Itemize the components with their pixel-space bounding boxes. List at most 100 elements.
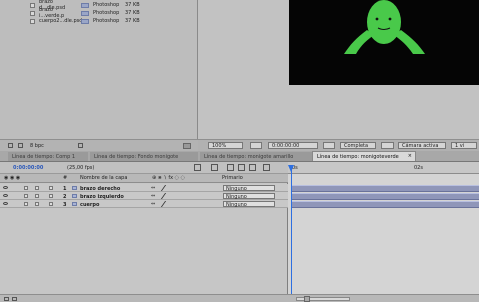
graph-editor-icon[interactable]	[263, 164, 270, 171]
toggle-switches-icon[interactable]	[4, 297, 9, 301]
solo-checkbox[interactable]	[24, 186, 28, 190]
lock-checkbox[interactable]	[35, 186, 39, 190]
scroll-right-icon[interactable]	[183, 143, 191, 149]
trash-icon[interactable]	[78, 143, 83, 148]
layer-row[interactable]: 2 brazo izquierdo ⇔ Ninguno	[0, 192, 288, 200]
file-name: cuerpo2...dle.psd	[39, 18, 83, 24]
composition-canvas[interactable]	[289, 0, 479, 85]
label-checkbox[interactable]	[49, 202, 53, 206]
tab-label: Línea de tiempo: monigote amarillo	[204, 154, 294, 160]
frame-blending-icon[interactable]	[238, 164, 245, 171]
close-icon[interactable]: ×	[408, 154, 412, 159]
switch-icon[interactable]: ⇔	[151, 202, 155, 207]
current-time[interactable]: 0:00:00:00	[268, 142, 318, 149]
switches-header-icon: ⊕ ⋇ ∖ fx ◌ ◌	[152, 175, 185, 181]
parent-value: Ninguno	[226, 202, 247, 208]
pen-icon[interactable]	[160, 201, 172, 207]
layer-row[interactable]: 3 cuerpo ⇔ Ninguno	[0, 200, 288, 208]
tab-fondo-monigote[interactable]: Línea de tiempo: Fondo monigote	[90, 152, 198, 161]
label-checkbox[interactable]	[49, 186, 53, 190]
photoshop-layer-icon	[72, 186, 77, 190]
eye-icon[interactable]	[3, 194, 8, 197]
folder-icon[interactable]	[8, 143, 13, 148]
layer-name-header: Nombre de la capa	[80, 175, 128, 181]
project-footer: 8 bpc	[0, 139, 198, 151]
tab-monigoteverde[interactable]: Línea de tiempo: monigoteverde ×	[312, 151, 416, 161]
views-dropdown[interactable]: 1 vi	[451, 142, 477, 149]
fps-label: (25,00 fps)	[67, 165, 95, 171]
playhead-line[interactable]	[291, 165, 292, 302]
tab-label: Línea de tiempo: Comp 1	[12, 154, 76, 160]
tab-comp-1[interactable]: Línea de tiempo: Comp 1	[8, 152, 88, 161]
region-icon[interactable]	[381, 142, 394, 149]
timeline-current-time[interactable]: 0:00:00:00	[13, 166, 43, 171]
character-illustration	[344, 0, 425, 54]
file-icon	[30, 2, 35, 8]
switch-icon[interactable]: ⇔	[151, 194, 155, 199]
parent-dropdown[interactable]: Ninguno	[223, 185, 275, 192]
label-checkbox[interactable]	[49, 194, 53, 198]
photoshop-layer-icon	[72, 202, 77, 206]
viewer-footer: 100% 0:00:00:00 Completa Cámara activa 1…	[198, 139, 479, 151]
photoshop-icon	[81, 18, 89, 24]
lock-checkbox[interactable]	[35, 202, 39, 206]
layer-track-bar[interactable]	[292, 201, 479, 208]
tab-monigote-amarillo[interactable]: Línea de tiempo: monigote amarillo	[200, 152, 312, 161]
parent-dropdown[interactable]: Ninguno	[223, 201, 275, 208]
comp-flowchart-icon[interactable]	[211, 164, 218, 171]
search-icon[interactable]	[194, 164, 201, 171]
visibility-column-icon: ◉ ◉ ◉	[4, 175, 21, 181]
timeline-header: 0:00:00:00 (25,00 fps)	[0, 162, 288, 174]
file-type: Photoshop	[93, 10, 120, 16]
photoshop-icon	[81, 10, 89, 16]
layer-name: cuerpo	[80, 202, 100, 208]
zoom-slider-thumb[interactable]	[304, 296, 310, 302]
resolution-dropdown[interactable]: Completa	[340, 142, 376, 149]
project-file-row[interactable]: brazo i...verde.p Photoshop 37 KB	[30, 7, 140, 19]
timeline-footer	[0, 294, 479, 302]
snapshot-icon[interactable]	[323, 142, 335, 149]
solo-checkbox[interactable]	[24, 194, 28, 198]
new-comp-icon[interactable]	[18, 143, 23, 148]
layer-row[interactable]: 1 brazo derecho ⇔ Ninguno	[0, 184, 288, 192]
file-type: Photoshop	[93, 18, 120, 24]
resolution-value: Completa	[344, 143, 369, 149]
grid-toggle[interactable]	[250, 142, 262, 149]
timeline-track-area[interactable]	[288, 162, 479, 294]
current-time-value: 0:00:00:00	[272, 143, 300, 149]
camera-value: Cámara activa	[402, 143, 439, 149]
layer-track-bar[interactable]	[292, 193, 479, 200]
ruler-mark: 02s	[414, 165, 423, 171]
pen-icon[interactable]	[160, 185, 172, 191]
eye-icon[interactable]	[3, 202, 8, 205]
camera-dropdown[interactable]: Cámara activa	[398, 142, 446, 149]
time-ruler[interactable]: 0s 02s	[288, 162, 479, 174]
file-icon	[30, 18, 35, 24]
layer-number: 3	[63, 202, 67, 208]
pen-icon[interactable]	[160, 193, 172, 199]
shy-layers-icon[interactable]	[227, 164, 234, 171]
photoshop-layer-icon	[72, 194, 77, 198]
layer-number-header: #	[63, 175, 68, 181]
color-depth[interactable]: 8 bpc	[30, 144, 44, 149]
toggle-modes-icon[interactable]	[12, 297, 17, 301]
zoom-value: 100%	[212, 143, 227, 149]
layer-track-bar[interactable]	[292, 185, 479, 192]
file-size: 37 KB	[125, 2, 140, 8]
layer-column-header: ◉ ◉ ◉ # Nombre de la capa ⊕ ⋇ ∖ fx ◌ ◌ P…	[0, 174, 288, 183]
tab-label: Línea de tiempo: Fondo monigote	[94, 154, 179, 160]
switch-icon[interactable]: ⇔	[151, 186, 155, 191]
project-file-row[interactable]: cuerpo2...dle.psd Photoshop 37 KB	[30, 18, 140, 24]
file-size: 37 KB	[125, 10, 140, 16]
lock-checkbox[interactable]	[35, 194, 39, 198]
file-size: 37 KB	[125, 18, 140, 24]
solo-checkbox[interactable]	[24, 202, 28, 206]
file-icon	[30, 10, 35, 16]
tab-label: Línea de tiempo: monigoteverde	[317, 154, 399, 160]
eye-icon[interactable]	[3, 186, 8, 189]
parent-dropdown[interactable]: Ninguno	[223, 193, 275, 200]
motion-blur-icon[interactable]	[249, 164, 256, 171]
parent-header: Primario	[222, 175, 243, 181]
zoom-dropdown[interactable]: 100%	[208, 142, 243, 149]
photoshop-icon	[81, 2, 89, 8]
